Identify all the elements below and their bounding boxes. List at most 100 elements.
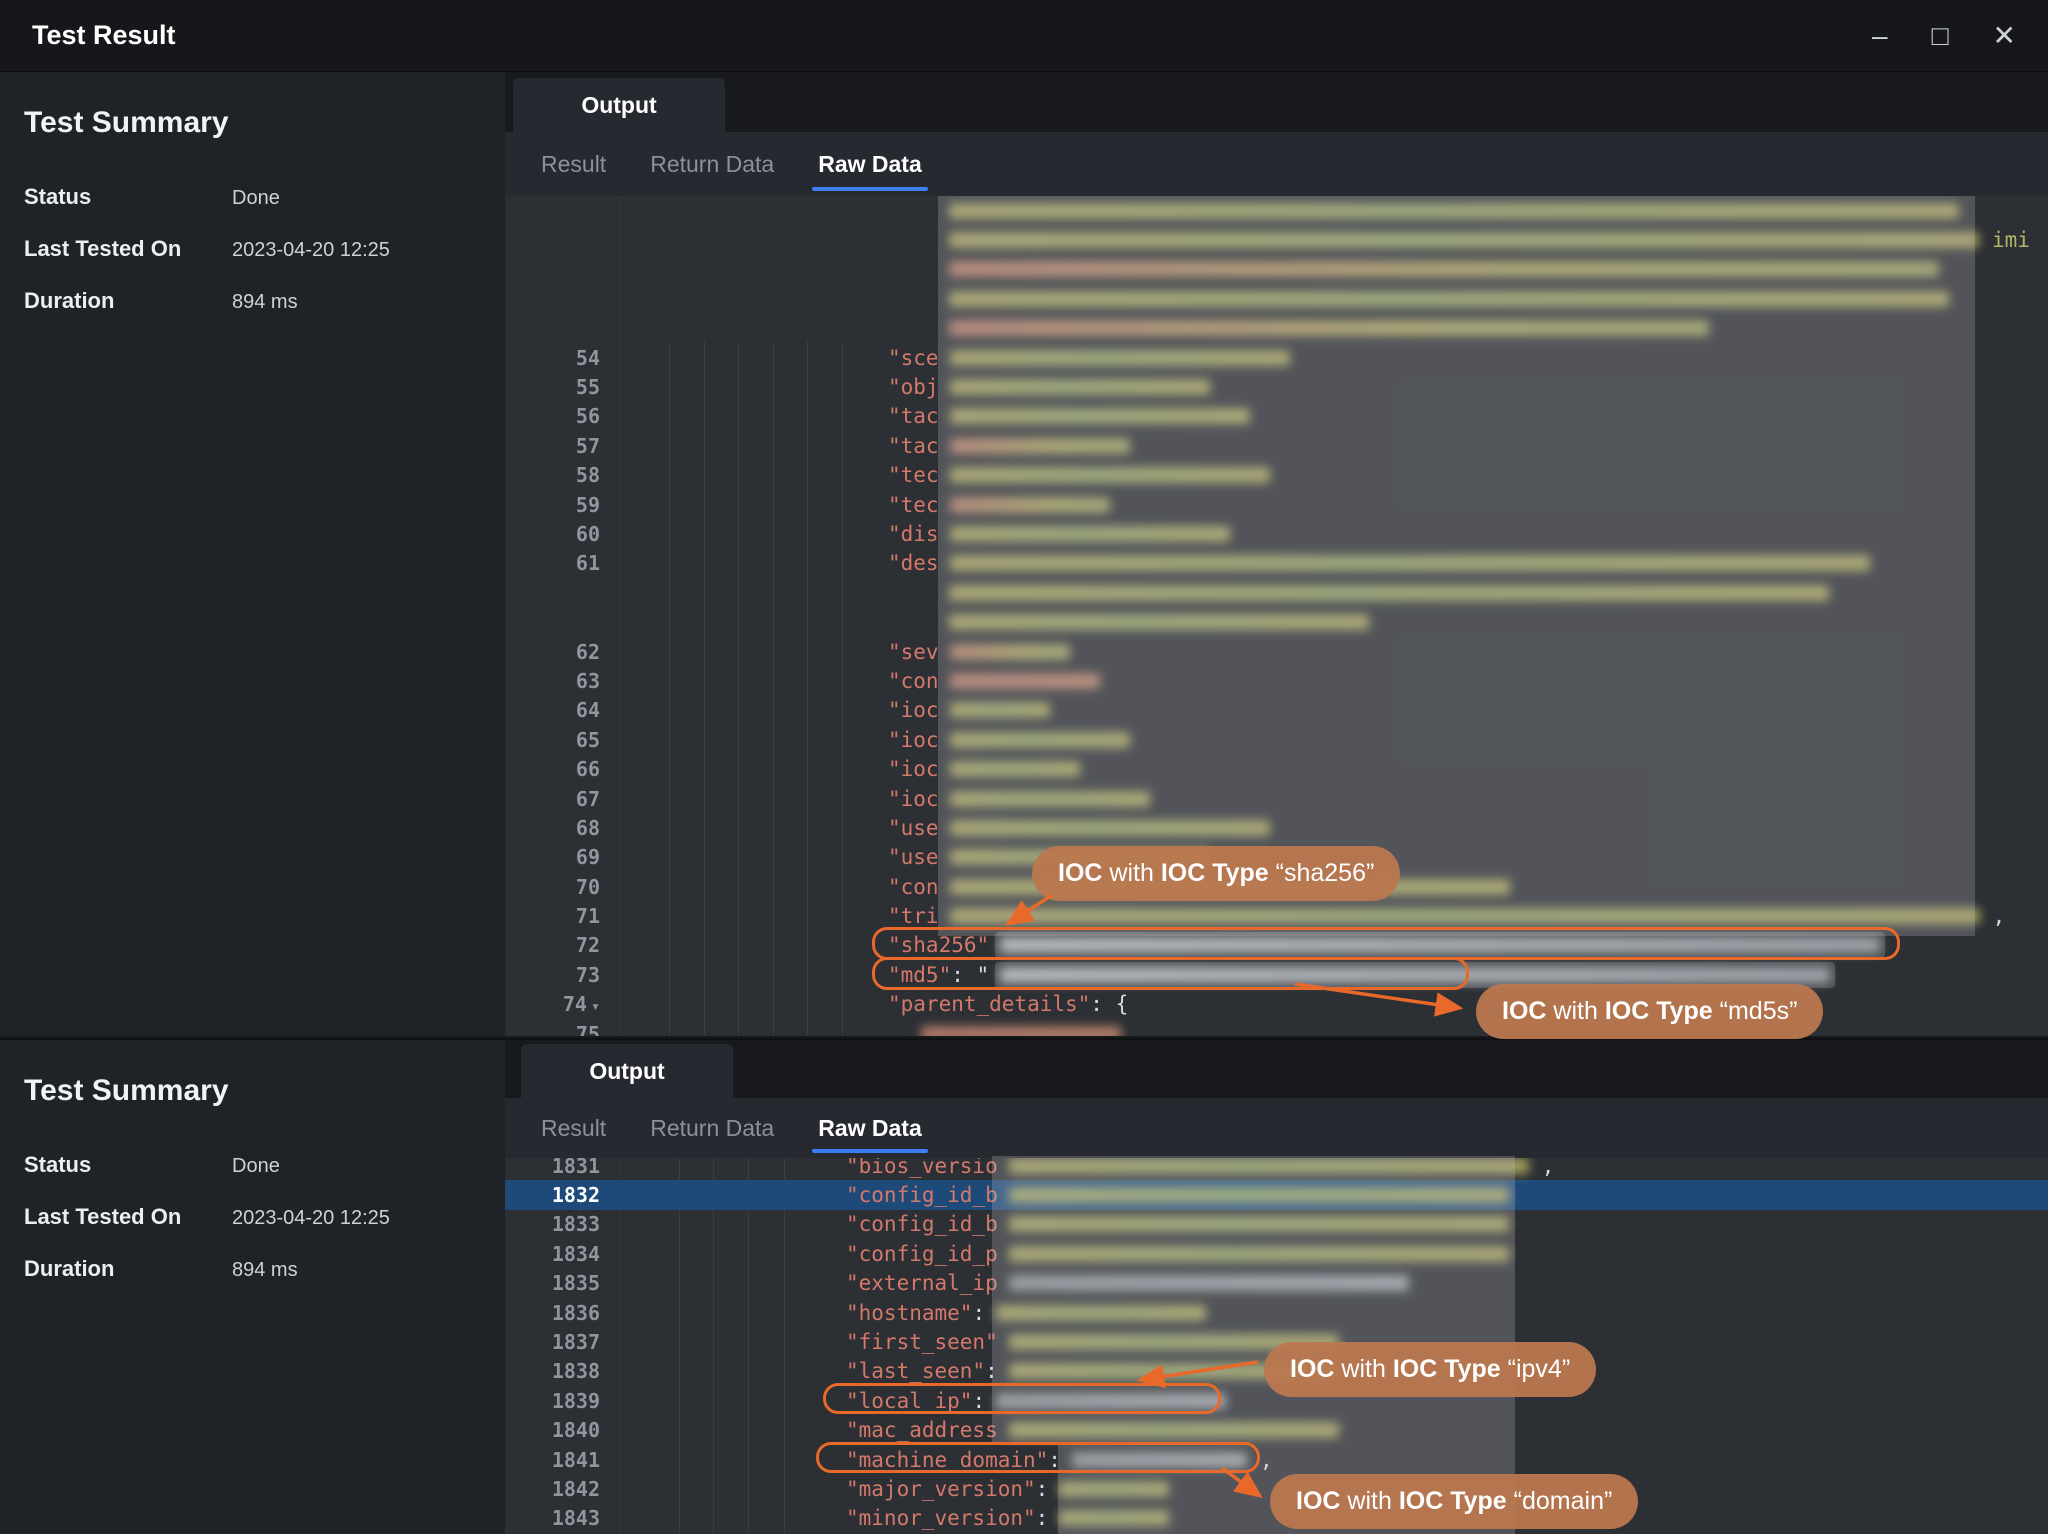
code-content: "machine_domain":,	[620, 1445, 2048, 1474]
blurred-text	[950, 644, 1070, 660]
blurred-text	[950, 761, 1080, 777]
blurred-text	[1009, 1334, 1339, 1350]
line-number: 74▾	[505, 992, 620, 1016]
summary-value: Done	[232, 187, 280, 210]
tab-output[interactable]: Output	[521, 1044, 733, 1098]
subtab-return-data[interactable]: Return Data	[650, 132, 774, 196]
tab-strip: Output	[505, 72, 2048, 132]
code-line: 1832"config_id_b	[505, 1180, 2048, 1209]
code-content: "ioc	[620, 784, 2048, 813]
code-line: 1837"first_seen"	[505, 1327, 2048, 1356]
code-line: 1831"bios_versio,	[505, 1158, 2048, 1180]
redacted-value	[1004, 1270, 1414, 1296]
minimize-icon[interactable]: –	[1872, 22, 1888, 50]
subtab-raw-data[interactable]: Raw Data	[818, 1098, 922, 1158]
code-line: 1833"config_id_b	[505, 1210, 2048, 1239]
redacted-value	[1067, 1447, 1252, 1473]
code-lines: 1831"bios_versio,1832"config_id_b1833"co…	[505, 1158, 2048, 1533]
code-line: 67"ioc	[505, 784, 2048, 813]
json-key: "tri	[888, 904, 939, 928]
json-punctuation: :	[1036, 1506, 1049, 1530]
redacted-value	[944, 580, 1834, 606]
line-number: 1840	[505, 1418, 620, 1442]
subtab-return-data[interactable]: Return Data	[650, 1098, 774, 1158]
json-key: "tec	[888, 463, 939, 487]
code-content: "ioc	[620, 696, 2048, 725]
line-number: 1835	[505, 1271, 620, 1295]
blurred-text	[950, 408, 1250, 424]
json-key: "tec	[888, 493, 939, 517]
maximize-icon[interactable]: □	[1932, 22, 1949, 50]
json-punctuation: :	[972, 1301, 985, 1325]
json-key: "obj	[888, 375, 939, 399]
redacted-value	[945, 374, 1215, 400]
redacted-value	[1004, 1329, 1344, 1355]
redacted-value	[995, 932, 1885, 958]
redacted-value	[991, 1300, 1211, 1326]
code-line: 1841"machine_domain":,	[505, 1445, 2048, 1474]
code-line: 71"tri,	[505, 901, 2048, 930]
code-line: 74▾ "parent_details": {	[505, 990, 2048, 1019]
test-summary-sidebar: Test Summary StatusDoneLast Tested On202…	[0, 1040, 505, 1534]
blurred-text	[1009, 1216, 1509, 1232]
blurred-text	[950, 791, 1150, 807]
blurred-text	[950, 702, 1050, 718]
summary-value: Done	[232, 1155, 280, 1178]
code-content: "hostname":	[620, 1298, 2048, 1327]
summary-row: Duration894 ms	[24, 288, 481, 314]
code-content: "dis	[620, 519, 2048, 548]
code-line: 1839"local_ip":	[505, 1386, 2048, 1415]
line-number: 75	[505, 1022, 620, 1036]
redacted-value	[1054, 1505, 1174, 1531]
json-punctuation: :	[972, 1389, 985, 1413]
redacted-value	[945, 639, 1075, 665]
line-number: 1831	[505, 1158, 620, 1178]
subtab-raw-data[interactable]: Raw Data	[818, 132, 922, 196]
close-icon[interactable]: ✕	[1993, 22, 2016, 50]
code-content: "tac	[620, 431, 2048, 460]
summary-row: Duration894 ms	[24, 1256, 481, 1282]
line-number: 73	[505, 963, 620, 987]
line-number: 69	[505, 845, 620, 869]
line-number: 70	[505, 875, 620, 899]
redacted-value	[945, 668, 1105, 694]
tab-output[interactable]: Output	[513, 78, 725, 132]
redacted-value	[945, 345, 1295, 371]
blurred-text	[950, 555, 1870, 571]
blurred-text	[1009, 1275, 1409, 1291]
subtab-result[interactable]: Result	[541, 132, 606, 196]
blurred-text	[949, 614, 1369, 630]
json-key: "dis	[888, 522, 939, 546]
window-title: Test Result	[32, 20, 176, 51]
blurred-text	[950, 350, 1290, 366]
line-number: 1833	[505, 1212, 620, 1236]
json-punctuation: :	[1048, 1448, 1061, 1472]
blurred-text	[1000, 967, 1830, 983]
line-number: 1837	[505, 1330, 620, 1354]
redacted-value	[1004, 1158, 1534, 1179]
blurred-text	[1009, 1246, 1509, 1262]
raw-data-editor[interactable]: 1831"bios_versio,1832"config_id_b1833"co…	[505, 1158, 2048, 1534]
line-number: 57	[505, 434, 620, 458]
redacted-value	[945, 874, 1515, 900]
test-summary-title: Test Summary	[24, 106, 481, 140]
code-lines: imi54"sce55"obj56"tac57"tac58"tec59"tec6…	[505, 196, 2048, 1036]
tab-strip: Output	[505, 1040, 2048, 1098]
code-content: "major_version":	[620, 1474, 2048, 1503]
subtab-result[interactable]: Result	[541, 1098, 606, 1158]
redacted-value	[945, 462, 1275, 488]
redacted-value	[916, 1021, 1126, 1036]
code-line	[505, 578, 2048, 607]
fold-chevron-icon: ▾	[591, 997, 600, 1015]
redacted-value	[1004, 1358, 1344, 1384]
json-key: "parent_details"	[888, 992, 1090, 1016]
code-content: "sce	[620, 343, 2048, 372]
code-content: "use	[620, 813, 2048, 842]
json-punctuation: : {	[1090, 992, 1128, 1016]
summary-row: Last Tested On2023-04-20 12:25	[24, 236, 481, 262]
json-punctuation: : "	[951, 963, 989, 987]
code-content: "ioc	[620, 754, 2048, 783]
code-content	[620, 314, 2048, 343]
raw-data-editor[interactable]: imi54"sce55"obj56"tac57"tac58"tec59"tec6…	[505, 196, 2048, 1036]
summary-row: Last Tested On2023-04-20 12:25	[24, 1204, 481, 1230]
